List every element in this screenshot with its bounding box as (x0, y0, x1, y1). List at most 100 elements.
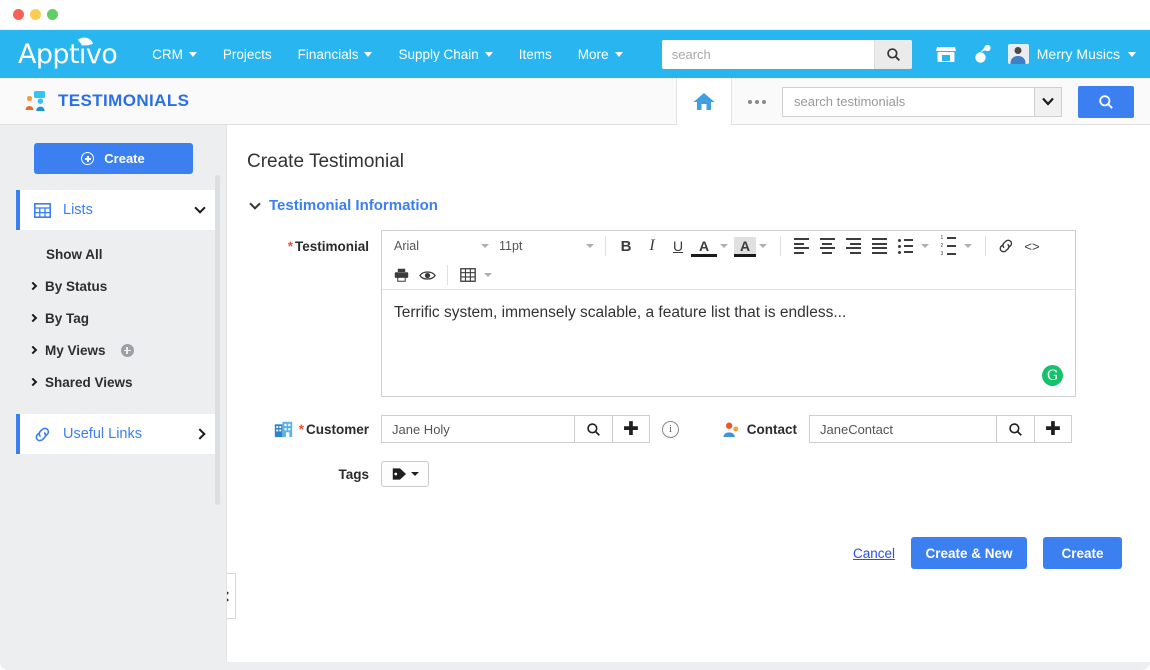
main-menu: CRM Projects Financials Supply Chain Ite… (139, 41, 635, 68)
nav-item-crm[interactable]: CRM (139, 41, 210, 68)
table-button[interactable] (455, 263, 481, 287)
sidebar-item-useful-links[interactable]: Useful Links (16, 414, 216, 454)
window-close-dot[interactable] (13, 9, 24, 20)
chevron-left-icon (226, 591, 232, 601)
contact-search-button[interactable] (996, 415, 1034, 443)
create-button-footer[interactable]: Create (1043, 537, 1122, 569)
sidebar-item-show-all[interactable]: Show All (0, 238, 226, 270)
store-icon (935, 44, 957, 64)
chevron-right-icon (29, 282, 37, 290)
chevron-down-icon[interactable] (759, 244, 767, 248)
bold-button[interactable]: B (613, 234, 639, 258)
nav-item-financials[interactable]: Financials (285, 41, 386, 68)
contact-input[interactable] (809, 415, 996, 443)
print-icon (394, 268, 409, 282)
bullet-list-button[interactable] (892, 234, 918, 258)
eye-icon (419, 269, 436, 282)
customer-input[interactable] (381, 415, 574, 443)
align-left-button[interactable] (788, 234, 814, 258)
store-button[interactable] (928, 37, 964, 71)
align-justify-icon (872, 238, 887, 254)
font-size-select[interactable]: 11pt (493, 235, 598, 257)
window-minimize-dot[interactable] (30, 9, 41, 20)
font-family-select[interactable]: Arial (388, 235, 493, 257)
browser-window: Apptivo CRM Projects Financials Supply C… (0, 0, 1150, 670)
insert-link-button[interactable] (993, 234, 1019, 258)
align-center-button[interactable] (814, 234, 840, 258)
global-search-input[interactable] (662, 40, 874, 69)
cancel-button[interactable]: Cancel (853, 546, 895, 561)
sidebar-item-by-tag[interactable]: By Tag (0, 302, 226, 334)
app-search-group (782, 87, 1062, 117)
underline-button[interactable]: U (665, 234, 691, 258)
sidebar-item-my-views[interactable]: My Views (0, 334, 226, 366)
testimonials-icon (24, 90, 48, 112)
search-filter-dropdown[interactable] (1034, 87, 1062, 117)
preview-button[interactable] (414, 263, 440, 287)
italic-button[interactable]: I (639, 234, 665, 258)
nav-label: Supply Chain (398, 47, 478, 62)
grammarly-icon[interactable]: G (1042, 365, 1063, 386)
nav-item-supply-chain[interactable]: Supply Chain (385, 41, 505, 68)
app-header: TESTIMONIALS (0, 78, 1150, 125)
numbered-list-icon: 1 2 3 (941, 236, 956, 257)
apptivo-logo[interactable]: Apptivo (18, 39, 117, 70)
background-color-button[interactable]: A (734, 237, 756, 257)
chevron-down-icon[interactable] (964, 244, 972, 248)
align-right-button[interactable] (840, 234, 866, 258)
align-justify-button[interactable] (866, 234, 892, 258)
search-submit-button[interactable] (1078, 86, 1134, 118)
chevron-down-icon[interactable] (720, 244, 728, 248)
editor-content-area[interactable]: Terrific system, immensely scalable, a f… (382, 290, 1075, 396)
source-code-button[interactable]: <> (1019, 234, 1045, 258)
sidebar: Create Lists Show All (0, 125, 226, 670)
home-button[interactable] (676, 78, 732, 125)
customer-search-button[interactable] (574, 415, 612, 443)
customer-info-icon[interactable]: i (662, 421, 679, 438)
section-header-testimonial-information[interactable]: Testimonial Information (227, 197, 1150, 214)
sidebar-lists-label: Lists (63, 202, 196, 218)
testimonial-label: *Testimonial (251, 230, 381, 254)
customer-add-button[interactable]: ✚ (612, 415, 650, 443)
search-icon (886, 47, 901, 62)
window-maximize-dot[interactable] (47, 9, 58, 20)
sidebar-item-shared-views[interactable]: Shared Views (0, 366, 226, 398)
sidebar-item-by-status[interactable]: By Status (0, 270, 226, 302)
global-search-button[interactable] (874, 40, 912, 69)
chevron-down-icon (1042, 97, 1054, 106)
user-menu[interactable]: Merry Musics (1008, 44, 1136, 64)
contact-add-button[interactable]: ✚ (1034, 415, 1072, 443)
more-options-button[interactable] (732, 78, 782, 125)
link-icon (34, 427, 51, 442)
sidebar-item-lists[interactable]: Lists (16, 190, 216, 230)
lookup-fields-row: *Customer ✚ i (227, 415, 1150, 443)
numbered-list-button[interactable]: 1 2 3 (935, 234, 961, 258)
create-button[interactable]: Create (34, 143, 193, 174)
sidebar-sub-label: By Status (45, 279, 107, 294)
chevron-down-icon[interactable] (921, 244, 929, 248)
toolbar-divider (605, 236, 606, 256)
ellipsis-icon (755, 100, 759, 104)
add-view-icon[interactable] (121, 344, 134, 357)
print-button[interactable] (388, 263, 414, 287)
logo-text: Apptivo (18, 39, 117, 70)
search-testimonials-input[interactable] (782, 87, 1034, 117)
chevron-right-icon (29, 314, 37, 322)
chevron-down-icon (189, 52, 197, 57)
chevron-down-icon (615, 52, 623, 57)
customer-label-text: Customer (306, 422, 369, 437)
tags-dropdown-button[interactable] (381, 461, 429, 487)
nav-item-projects[interactable]: Projects (210, 41, 285, 68)
sidebar-scrollbar[interactable] (215, 175, 220, 505)
sidebar-sub-label: My Views (45, 343, 106, 358)
sidebar-collapse-handle[interactable] (226, 573, 236, 619)
tags-label: Tags (251, 467, 381, 482)
nav-item-more[interactable]: More (565, 41, 636, 68)
nav-item-items[interactable]: Items (506, 41, 565, 68)
chevron-down-icon[interactable] (484, 273, 492, 277)
form-title: Create Testimonial (227, 151, 1150, 173)
font-color-button[interactable]: A (691, 237, 717, 257)
create-and-new-button[interactable]: Create & New (911, 537, 1027, 569)
notifications-button[interactable] (964, 37, 1000, 71)
top-nav-right-group: Merry Musics (662, 37, 1136, 71)
